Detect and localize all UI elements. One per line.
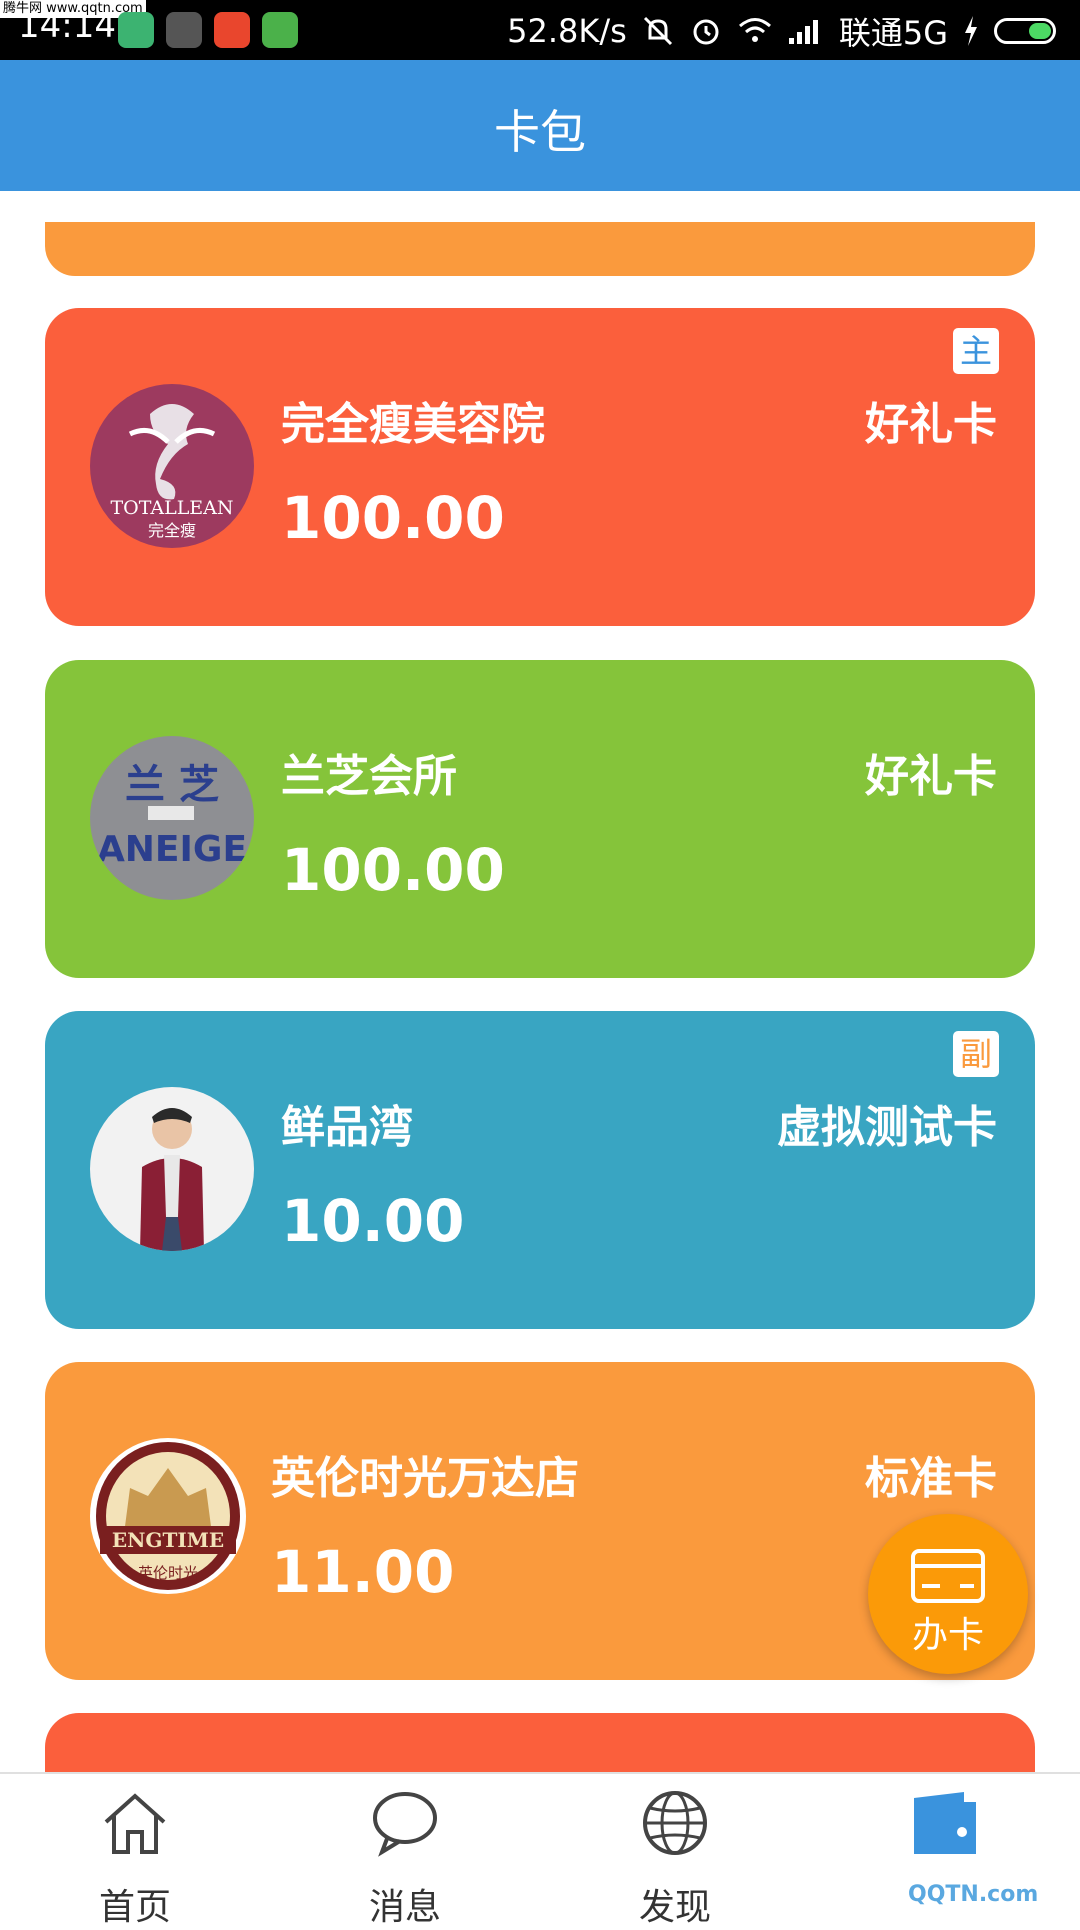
- nav-label: 发现: [638, 1887, 711, 1928]
- status-bar: 14:14 腾牛网 www.qqtn.com 52.8K/s 联通5G: [0, 0, 1080, 60]
- membership-card[interactable]: 兰 芝 ANEIGE 兰芝会所 100.00 好礼卡: [45, 660, 1035, 978]
- game-app-icon: [214, 12, 250, 48]
- nav-item-messages[interactable]: 消息: [270, 1774, 540, 1928]
- logo-text: ENGTIME: [112, 1528, 224, 1552]
- battery-icon: [994, 18, 1056, 44]
- card-type: 虚拟测试卡: [777, 1102, 997, 1153]
- nav-item-home[interactable]: 首页: [0, 1774, 270, 1928]
- shield-app-icon: [118, 12, 154, 48]
- store-logo: ENGTIME 英伦时光: [90, 1438, 246, 1594]
- mute-icon: [643, 16, 672, 46]
- card-balance: 100.00: [281, 484, 505, 552]
- card-icon: [911, 1549, 985, 1603]
- secondary-badge: 副: [953, 1031, 999, 1077]
- page-title: 卡包: [494, 105, 586, 159]
- store-logo: TOTALLEAN 完全瘦: [90, 384, 254, 548]
- charging-icon: [965, 16, 977, 46]
- carrier-label: 联通5G: [838, 14, 948, 52]
- logo-text-cn: 完全瘦: [148, 521, 196, 540]
- apply-card-label: 办卡: [911, 1615, 984, 1656]
- logo-text-cn: 英伦时光: [138, 1564, 198, 1582]
- logo-text: ANEIGE: [97, 829, 247, 870]
- store-name: 英伦时光万达店: [271, 1453, 579, 1504]
- android-app-icon: [262, 12, 298, 48]
- corner-watermark: QQTN.com: [900, 1870, 1080, 1920]
- nav-label: 消息: [368, 1887, 441, 1928]
- card-balance: 100.00: [281, 836, 505, 904]
- apply-card-button[interactable]: 办卡: [868, 1514, 1028, 1674]
- store-name: 完全瘦美容院: [281, 399, 545, 450]
- card-type: 好礼卡: [865, 399, 997, 450]
- wifi-icon: [738, 18, 771, 42]
- tool-app-icon: [166, 12, 202, 48]
- nav-item-discover[interactable]: 发现: [540, 1774, 810, 1928]
- membership-card[interactable]: 主 TOTALLEAN 完全瘦 完全瘦美容院 100.00 好礼卡: [45, 308, 1035, 626]
- status-indicators: 52.8K/s 联通5G: [507, 8, 1056, 54]
- network-speed: 52.8K/s: [507, 12, 627, 50]
- nav-label: 首页: [98, 1887, 171, 1928]
- title-bar: 卡包: [0, 60, 1080, 191]
- logo-text: TOTALLEAN: [110, 497, 233, 519]
- notification-icons: [118, 12, 298, 48]
- card-type: 好礼卡: [865, 751, 997, 802]
- store-name: 兰芝会所: [281, 751, 457, 802]
- wallet-icon: [914, 1792, 976, 1854]
- home-icon: [104, 1793, 166, 1854]
- globe-icon: [643, 1791, 707, 1855]
- card-partial-top[interactable]: [45, 222, 1035, 276]
- alarm-icon: [693, 19, 719, 45]
- card-balance: 10.00: [281, 1187, 465, 1255]
- chat-icon: [373, 1792, 437, 1857]
- store-logo: 兰 芝 ANEIGE: [90, 736, 254, 900]
- membership-card[interactable]: 副 鲜品湾 10.00 虚拟测试卡: [45, 1011, 1035, 1329]
- primary-badge: 主: [953, 328, 999, 374]
- card-type: 标准卡: [865, 1453, 997, 1504]
- store-name: 鲜品湾: [281, 1102, 413, 1153]
- store-logo: [90, 1087, 254, 1251]
- logo-text-cn: 兰 芝: [125, 762, 219, 808]
- card-balance: 11.00: [271, 1538, 455, 1606]
- signal-icon: [788, 20, 818, 44]
